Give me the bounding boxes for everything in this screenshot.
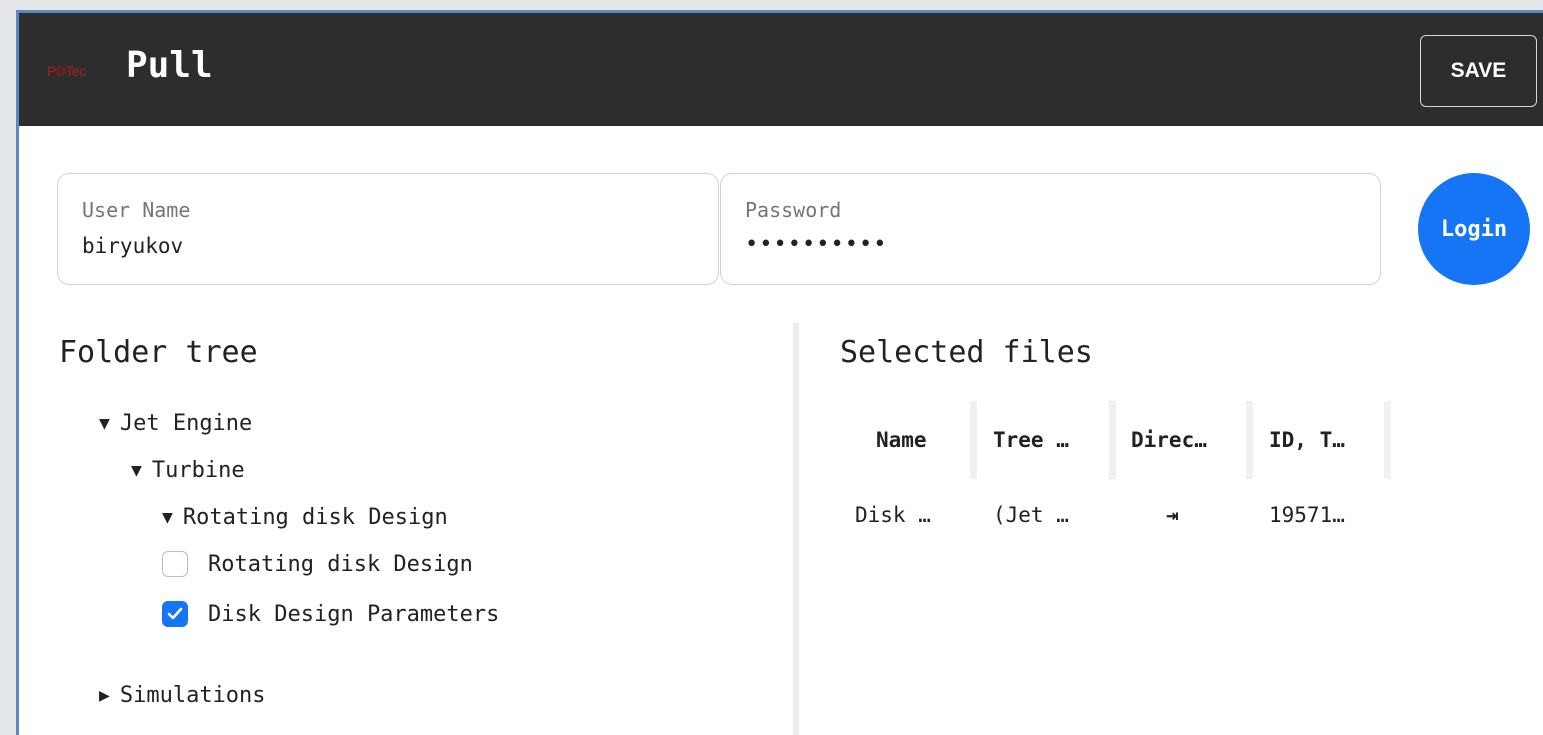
password-field[interactable]: Password •••••••••• (720, 173, 1381, 285)
username-label: User Name (82, 198, 191, 222)
expand-arrow-icon[interactable]: ▼ (99, 413, 110, 434)
expand-arrow-icon[interactable]: ▼ (131, 460, 142, 481)
username-value[interactable]: biryukov (82, 234, 183, 258)
expand-arrow-icon[interactable]: ▶ (99, 685, 110, 706)
cell-id: 19571… (1269, 503, 1345, 527)
file-checkbox[interactable] (162, 601, 188, 627)
tree-node-turbine[interactable]: ▼ Turbine (131, 458, 245, 483)
checkmark-icon (167, 607, 183, 620)
password-value[interactable]: •••••••••• (745, 232, 887, 257)
save-button[interactable]: SAVE (1420, 35, 1537, 107)
tree-node-label: Jet Engine (119, 411, 253, 436)
column-resizer[interactable] (970, 401, 977, 479)
logo: PDTec (47, 63, 86, 79)
tree-node-label: Simulations (119, 683, 266, 708)
tree-node-label: Turbine (151, 458, 245, 483)
tree-node-label: Disk Design Parameters (208, 601, 500, 627)
tree-node-rotating-disk-design-folder[interactable]: ▼ Rotating disk Design (162, 505, 448, 530)
tree-node-label: Rotating disk Design (208, 551, 473, 577)
tree-node-jet-engine[interactable]: ▼ Jet Engine (99, 411, 252, 436)
app-window: PDTec Pull SAVE User Name biryukov Passw… (16, 10, 1543, 735)
direction-arrow-icon: ⇥ (1166, 503, 1179, 527)
app-header: PDTec Pull SAVE (19, 13, 1543, 126)
selected-files-title: Selected files (840, 335, 1093, 370)
cell-tree: (Jet … (993, 503, 1069, 527)
tree-node-label: Rotating disk Design (182, 505, 448, 530)
tree-node-simulations[interactable]: ▶ Simulations (99, 683, 266, 708)
column-header-direction[interactable]: Direc… (1131, 401, 1207, 479)
file-checkbox[interactable] (162, 551, 188, 577)
column-resizer[interactable] (1384, 401, 1391, 479)
username-field[interactable]: User Name biryukov (57, 173, 719, 285)
column-header-tree[interactable]: Tree … (993, 401, 1069, 479)
column-header-id[interactable]: ID, T… (1269, 401, 1345, 479)
panel-divider[interactable] (793, 323, 799, 735)
column-resizer[interactable] (1109, 401, 1116, 479)
column-header-name[interactable]: Name (876, 401, 927, 479)
folder-tree-title: Folder tree (59, 335, 258, 370)
tree-file-disk-design-parameters[interactable]: Disk Design Parameters (162, 601, 499, 627)
column-resizer[interactable] (1246, 401, 1253, 479)
page-title: Pull (126, 45, 213, 86)
login-button[interactable]: Login (1418, 173, 1530, 285)
password-label: Password (745, 198, 842, 222)
cell-name: Disk … (855, 503, 931, 527)
tree-file-rotating-disk-design[interactable]: Rotating disk Design (162, 551, 473, 577)
expand-arrow-icon[interactable]: ▼ (162, 507, 173, 528)
